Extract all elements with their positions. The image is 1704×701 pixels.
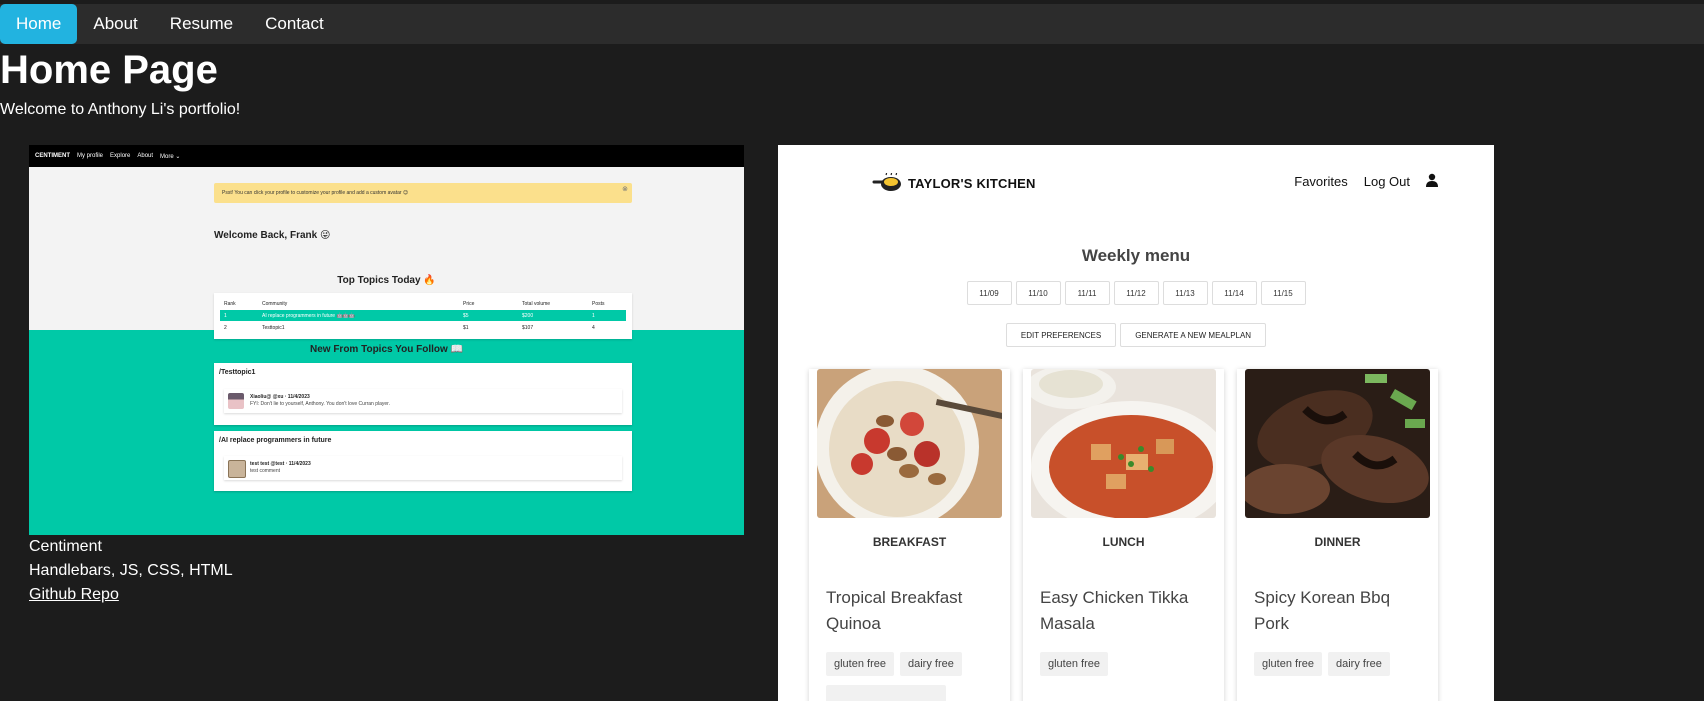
avatar bbox=[228, 460, 246, 478]
tk-tag: gluten free bbox=[1040, 652, 1108, 676]
tk-meal-tags: gluten free dairy free bbox=[1254, 652, 1396, 676]
tk-day-button: 11/11 bbox=[1064, 281, 1110, 305]
tk-meal-card-dinner: DINNER Spicy Korean Bbq Pork gluten free… bbox=[1237, 369, 1438, 701]
table-cell: $5 bbox=[463, 312, 469, 319]
table-cell: $200 bbox=[522, 312, 534, 319]
frying-pan-icon bbox=[872, 173, 901, 191]
tk-meal-name: Easy Chicken Tikka Masala bbox=[1040, 588, 1189, 633]
table-cell: $107 bbox=[522, 324, 534, 331]
centiment-nav-profile: My profile bbox=[77, 153, 104, 159]
tk-logo: TAYLOR'S KITCHEN bbox=[872, 173, 1036, 193]
tk-navbar: Favorites Log Out bbox=[1278, 173, 1438, 190]
centiment-screenshot[interactable]: CENTIMENT My profile Explore About More … bbox=[29, 145, 744, 535]
tk-generate-mealplan-button: GENERATE A NEW MEALPLAN bbox=[1120, 323, 1267, 347]
table-row: 1 AI replace programmers in future 🤖🤖🤖 $… bbox=[220, 310, 626, 321]
table-header: Price bbox=[463, 300, 475, 307]
tk-weekly-title: Weekly menu bbox=[1081, 246, 1191, 265]
table-cell: AI replace programmers in future 🤖🤖🤖 bbox=[262, 312, 356, 319]
taylors-kitchen-screenshot[interactable]: TAYLOR'S KITCHEN Favorites Log Out Weekl… bbox=[778, 145, 1494, 701]
centiment-top-section: Psst! You can click your profile to cust… bbox=[29, 167, 744, 339]
close-icon: ⊗ bbox=[622, 186, 628, 193]
tk-meal-type: BREAKFAST bbox=[872, 535, 947, 549]
table-cell: $1 bbox=[463, 324, 469, 331]
tk-day-button: 11/13 bbox=[1162, 281, 1208, 305]
table-row: 2 Testtopic1 $1 $107 4 bbox=[220, 322, 626, 333]
feed-topic-title: /Testtopic1 bbox=[219, 369, 256, 376]
centiment-nav-explore: Explore bbox=[110, 153, 131, 159]
centiment-nav-more: More ⌄ bbox=[160, 153, 181, 160]
centiment-welcome: Welcome Back, Frank 😜 bbox=[214, 230, 331, 241]
tk-meal-card-breakfast: BREAKFAST Tropical Breakfast Quinoa glut… bbox=[809, 369, 1010, 701]
tk-edit-preferences-button: EDIT PREFERENCES bbox=[1005, 323, 1117, 347]
nav-about[interactable]: About bbox=[77, 4, 153, 44]
tk-tag bbox=[826, 685, 946, 701]
feed-post-text: FYI: Don't lie to yourself, Anthony. You… bbox=[250, 401, 390, 407]
table-header: Total volume bbox=[522, 300, 551, 307]
centiment-feed-card: /AI replace programmers in future test t… bbox=[214, 431, 632, 491]
feed-post: test test @test · 11/4/2023 test comment bbox=[224, 456, 622, 480]
tk-day-button: 11/10 bbox=[1015, 281, 1061, 305]
table-cell: 2 bbox=[224, 324, 227, 331]
tk-tag: dairy free bbox=[899, 652, 962, 676]
table-header: Posts bbox=[592, 300, 605, 307]
feed-post-user: test test @test · 11/4/2023 bbox=[250, 461, 311, 467]
welcome-text: Welcome to Anthony Li's portfolio! bbox=[0, 101, 241, 118]
tk-nav-logout: Log Out bbox=[1363, 174, 1410, 189]
table-header-row: Rank Community Price Total volume Posts bbox=[220, 298, 626, 309]
user-icon bbox=[1426, 173, 1438, 190]
tk-meal-card-lunch: LUNCH Easy Chicken Tikka Masala gluten f… bbox=[1023, 369, 1224, 701]
tk-meal-name: Spicy Korean Bbq Pork bbox=[1254, 588, 1391, 633]
centiment-brand: CENTIMENT bbox=[35, 153, 70, 159]
feed-post-user: Xiaoliu@ @xu · 11/4/2023 bbox=[250, 394, 310, 400]
centiment-top-topics-title: Top Topics Today 🔥 bbox=[337, 275, 436, 286]
table-header: Community bbox=[262, 300, 288, 307]
tk-meal-tags: gluten free bbox=[1040, 652, 1114, 676]
nav-resume[interactable]: Resume bbox=[154, 4, 249, 44]
tk-tag: gluten free bbox=[1254, 652, 1322, 676]
tk-day-button: 11/12 bbox=[1113, 281, 1159, 305]
tk-actions: EDIT PREFERENCES GENERATE A NEW MEALPLAN bbox=[778, 323, 1494, 347]
table-cell: 1 bbox=[592, 312, 595, 319]
tk-tag: gluten free bbox=[826, 652, 894, 676]
tk-meal-image bbox=[817, 369, 1002, 518]
tk-meal-type: DINNER bbox=[1314, 535, 1361, 549]
github-repo-link[interactable]: Github Repo bbox=[29, 586, 119, 604]
tk-meal-image bbox=[1245, 369, 1430, 518]
tk-meal-name: Tropical Breakfast Quinoa bbox=[826, 588, 963, 633]
table-cell: Testtopic1 bbox=[262, 324, 285, 331]
nav-home[interactable]: Home bbox=[0, 4, 78, 44]
page-title: Home Page bbox=[0, 48, 218, 92]
centiment-follow-title: New From Topics You Follow 📖 bbox=[309, 344, 463, 355]
nav-contact[interactable]: Contact bbox=[249, 4, 340, 44]
feed-topic-title: /AI replace programmers in future bbox=[219, 437, 332, 444]
tk-day-button: 11/15 bbox=[1260, 281, 1306, 305]
feed-post-text: test comment bbox=[250, 468, 281, 474]
centiment-alert-text: Psst! You can click your profile to cust… bbox=[222, 190, 409, 196]
centiment-topics-table: Rank Community Price Total volume Posts … bbox=[214, 293, 632, 339]
feed-post: Xiaoliu@ @xu · 11/4/2023 FYI: Don't lie … bbox=[224, 389, 622, 413]
tk-meal-image bbox=[1031, 369, 1216, 518]
tk-meal-tags: gluten free dairy free bbox=[826, 652, 968, 676]
table-cell: 4 bbox=[592, 324, 595, 331]
tk-day-button: 11/09 bbox=[966, 281, 1012, 305]
centiment-nav-about: About bbox=[137, 153, 154, 159]
tk-tag: dairy free bbox=[1327, 652, 1390, 676]
tk-day-button: 11/14 bbox=[1211, 281, 1257, 305]
table-header: Rank bbox=[224, 300, 236, 307]
top-navbar: Home About Resume Contact bbox=[0, 4, 1704, 44]
project-tech: Handlebars, JS, CSS, HTML bbox=[29, 562, 233, 579]
table-cell: 1 bbox=[224, 312, 227, 319]
centiment-feed-card: /Testtopic1 Xiaoliu@ @xu · 11/4/2023 FYI… bbox=[214, 363, 632, 425]
avatar bbox=[228, 393, 244, 409]
tk-brand: TAYLOR'S KITCHEN bbox=[908, 175, 1036, 191]
tk-day-selector: 11/09 11/10 11/11 11/12 11/13 11/14 11/1… bbox=[778, 281, 1494, 305]
tk-meal-type: LUNCH bbox=[1102, 535, 1145, 549]
centiment-navbar: CENTIMENT My profile Explore About More … bbox=[29, 145, 744, 167]
project-name: Centiment bbox=[29, 538, 102, 555]
tk-nav-favorites: Favorites bbox=[1294, 174, 1348, 189]
centiment-alert: Psst! You can click your profile to cust… bbox=[214, 183, 632, 203]
